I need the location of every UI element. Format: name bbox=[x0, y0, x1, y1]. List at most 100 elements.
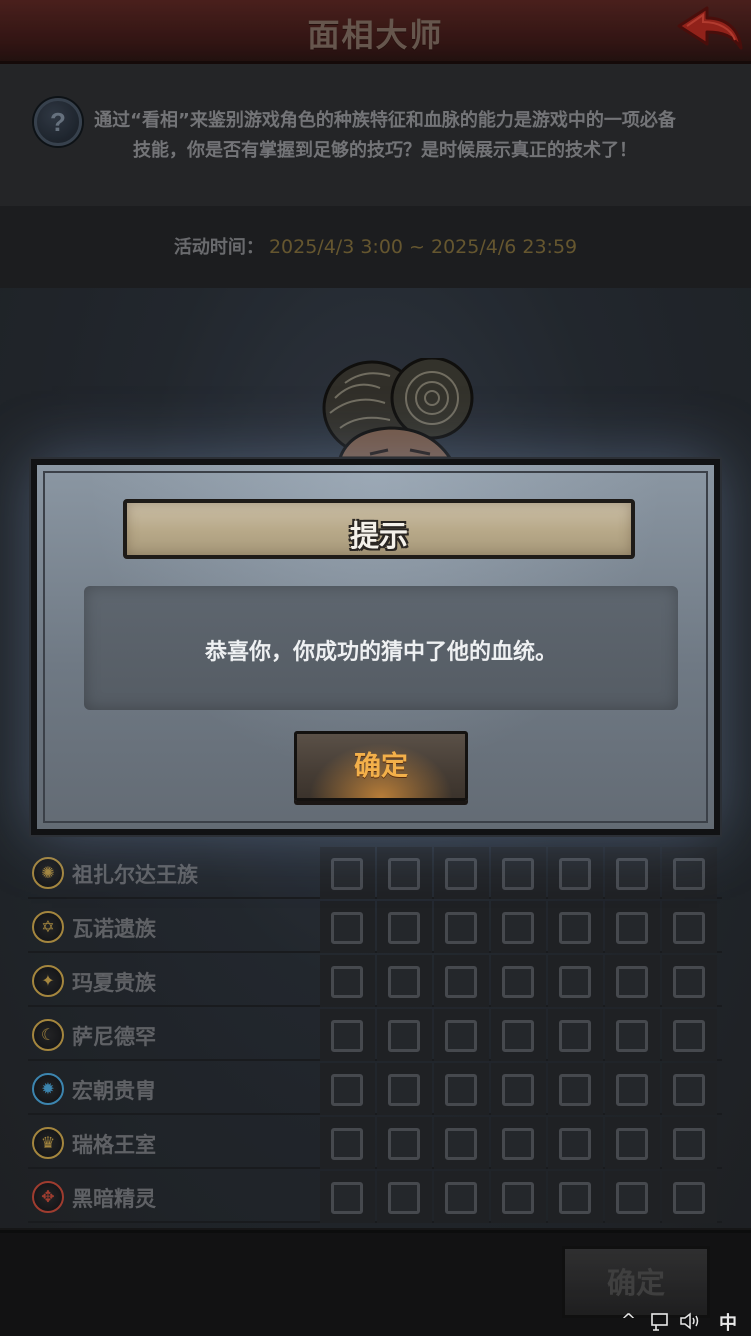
guess-cell bbox=[320, 955, 375, 1007]
guess-cell bbox=[605, 1171, 660, 1223]
guess-checkbox[interactable] bbox=[445, 1074, 477, 1106]
lineage-row: ✺ 祖扎尔达王族 bbox=[28, 847, 722, 899]
guess-cell bbox=[491, 1117, 546, 1169]
lineage-name: 萨尼德罕 bbox=[72, 1025, 156, 1049]
guess-checkbox[interactable] bbox=[673, 1020, 705, 1052]
guess-checkbox[interactable] bbox=[616, 1182, 648, 1214]
guess-checkbox[interactable] bbox=[331, 1128, 363, 1160]
network-icon[interactable] bbox=[651, 1313, 671, 1331]
guess-cell bbox=[434, 955, 489, 1007]
question-mark-icon[interactable]: ? bbox=[34, 98, 82, 146]
guess-cell bbox=[491, 847, 546, 899]
guess-checkbox[interactable] bbox=[559, 1074, 591, 1106]
lineage-row: ✦ 玛夏贵族 bbox=[28, 955, 722, 1007]
guess-checkbox[interactable] bbox=[331, 966, 363, 998]
guess-checkbox[interactable] bbox=[502, 1128, 534, 1160]
guess-checkbox[interactable] bbox=[616, 1020, 648, 1052]
dark-elf-crest-icon: ✥ bbox=[32, 1181, 64, 1213]
guess-checkbox[interactable] bbox=[673, 912, 705, 944]
guess-checkbox[interactable] bbox=[331, 858, 363, 890]
guess-cell bbox=[377, 847, 432, 899]
guess-checkbox[interactable] bbox=[502, 858, 534, 890]
guess-checkbox[interactable] bbox=[388, 1182, 420, 1214]
guess-cell bbox=[605, 955, 660, 1007]
guess-checkbox[interactable] bbox=[559, 1020, 591, 1052]
guess-checkbox[interactable] bbox=[616, 1074, 648, 1106]
lineage-row: ♛ 瑞格王室 bbox=[28, 1117, 722, 1169]
guess-checkbox[interactable] bbox=[616, 1128, 648, 1160]
guess-cell bbox=[662, 955, 717, 1007]
guess-cell bbox=[548, 1063, 603, 1115]
guess-checkbox[interactable] bbox=[445, 1182, 477, 1214]
guess-checkbox[interactable] bbox=[673, 1182, 705, 1214]
guess-checkbox[interactable] bbox=[559, 1182, 591, 1214]
lineage-name: 祖扎尔达王族 bbox=[72, 863, 198, 887]
guess-cell bbox=[434, 1063, 489, 1115]
guess-cells bbox=[320, 1117, 720, 1169]
guess-checkbox[interactable] bbox=[559, 858, 591, 890]
lineage-name: 瑞格王室 bbox=[72, 1133, 156, 1157]
system-tray: ^ 中 bbox=[621, 1306, 751, 1336]
guess-checkbox[interactable] bbox=[445, 966, 477, 998]
guess-checkbox[interactable] bbox=[559, 1128, 591, 1160]
back-button[interactable] bbox=[673, 4, 745, 56]
guess-checkbox[interactable] bbox=[388, 858, 420, 890]
activity-time-value: 2025/4/3 3:00 ~ 2025/4/6 23:59 bbox=[268, 236, 578, 258]
guess-cell bbox=[662, 1063, 717, 1115]
guess-cell bbox=[605, 901, 660, 953]
guess-cell bbox=[320, 1009, 375, 1061]
guess-cell bbox=[662, 847, 717, 899]
ime-indicator[interactable]: 中 bbox=[719, 1309, 737, 1335]
tray-chevron-icon[interactable]: ^ bbox=[621, 1310, 636, 1331]
guess-checkbox[interactable] bbox=[502, 1020, 534, 1052]
guess-cell bbox=[548, 955, 603, 1007]
guess-checkbox[interactable] bbox=[673, 966, 705, 998]
sanidehan-crest-icon: ☾ bbox=[32, 1019, 64, 1051]
guess-checkbox[interactable] bbox=[616, 858, 648, 890]
guess-checkbox[interactable] bbox=[616, 912, 648, 944]
guess-cell bbox=[434, 847, 489, 899]
guess-cells bbox=[320, 1171, 720, 1223]
guess-checkbox[interactable] bbox=[673, 858, 705, 890]
dialog-confirm-button[interactable]: 确定 bbox=[294, 731, 468, 801]
guess-checkbox[interactable] bbox=[331, 1182, 363, 1214]
volume-icon[interactable] bbox=[679, 1312, 701, 1330]
guess-checkbox[interactable] bbox=[559, 966, 591, 998]
hongchao-crest-icon: ✹ bbox=[32, 1073, 64, 1105]
result-dialog: 提示 恭喜你，你成功的猜中了他的血统。 确定 bbox=[31, 459, 720, 835]
guess-checkbox[interactable] bbox=[445, 858, 477, 890]
description-panel: ? 通过“看相”来鉴别游戏角色的种族特征和血脉的能力是游戏中的一项必备技能，你是… bbox=[0, 64, 751, 206]
guess-checkbox[interactable] bbox=[388, 912, 420, 944]
guess-checkbox[interactable] bbox=[445, 1020, 477, 1052]
guess-checkbox[interactable] bbox=[502, 1182, 534, 1214]
guess-cell bbox=[320, 1117, 375, 1169]
guess-checkbox[interactable] bbox=[388, 1128, 420, 1160]
guess-cell bbox=[605, 1009, 660, 1061]
guess-checkbox[interactable] bbox=[331, 1020, 363, 1052]
guess-checkbox[interactable] bbox=[559, 912, 591, 944]
guess-cell bbox=[662, 901, 717, 953]
guess-checkbox[interactable] bbox=[331, 912, 363, 944]
guess-cells bbox=[320, 955, 720, 1007]
guess-cell bbox=[491, 1009, 546, 1061]
guess-checkbox[interactable] bbox=[388, 1074, 420, 1106]
guess-checkbox[interactable] bbox=[331, 1074, 363, 1106]
guess-checkbox[interactable] bbox=[502, 912, 534, 944]
guess-cell bbox=[320, 1171, 375, 1223]
dialog-title-banner: 提示 bbox=[123, 499, 635, 559]
guess-checkbox[interactable] bbox=[502, 1074, 534, 1106]
guess-checkbox[interactable] bbox=[502, 966, 534, 998]
guess-cell bbox=[377, 955, 432, 1007]
guess-cell bbox=[434, 1117, 489, 1169]
dialog-message: 恭喜你，你成功的猜中了他的血统。 bbox=[204, 640, 557, 665]
guess-checkbox[interactable] bbox=[445, 1128, 477, 1160]
lineage-row: ☾ 萨尼德罕 bbox=[28, 1009, 722, 1061]
guess-cell bbox=[377, 901, 432, 953]
guess-checkbox[interactable] bbox=[445, 912, 477, 944]
guess-checkbox[interactable] bbox=[616, 966, 648, 998]
guess-checkbox[interactable] bbox=[388, 1020, 420, 1052]
guess-checkbox[interactable] bbox=[673, 1128, 705, 1160]
guess-checkbox[interactable] bbox=[673, 1074, 705, 1106]
guess-cells bbox=[320, 1063, 720, 1115]
guess-checkbox[interactable] bbox=[388, 966, 420, 998]
